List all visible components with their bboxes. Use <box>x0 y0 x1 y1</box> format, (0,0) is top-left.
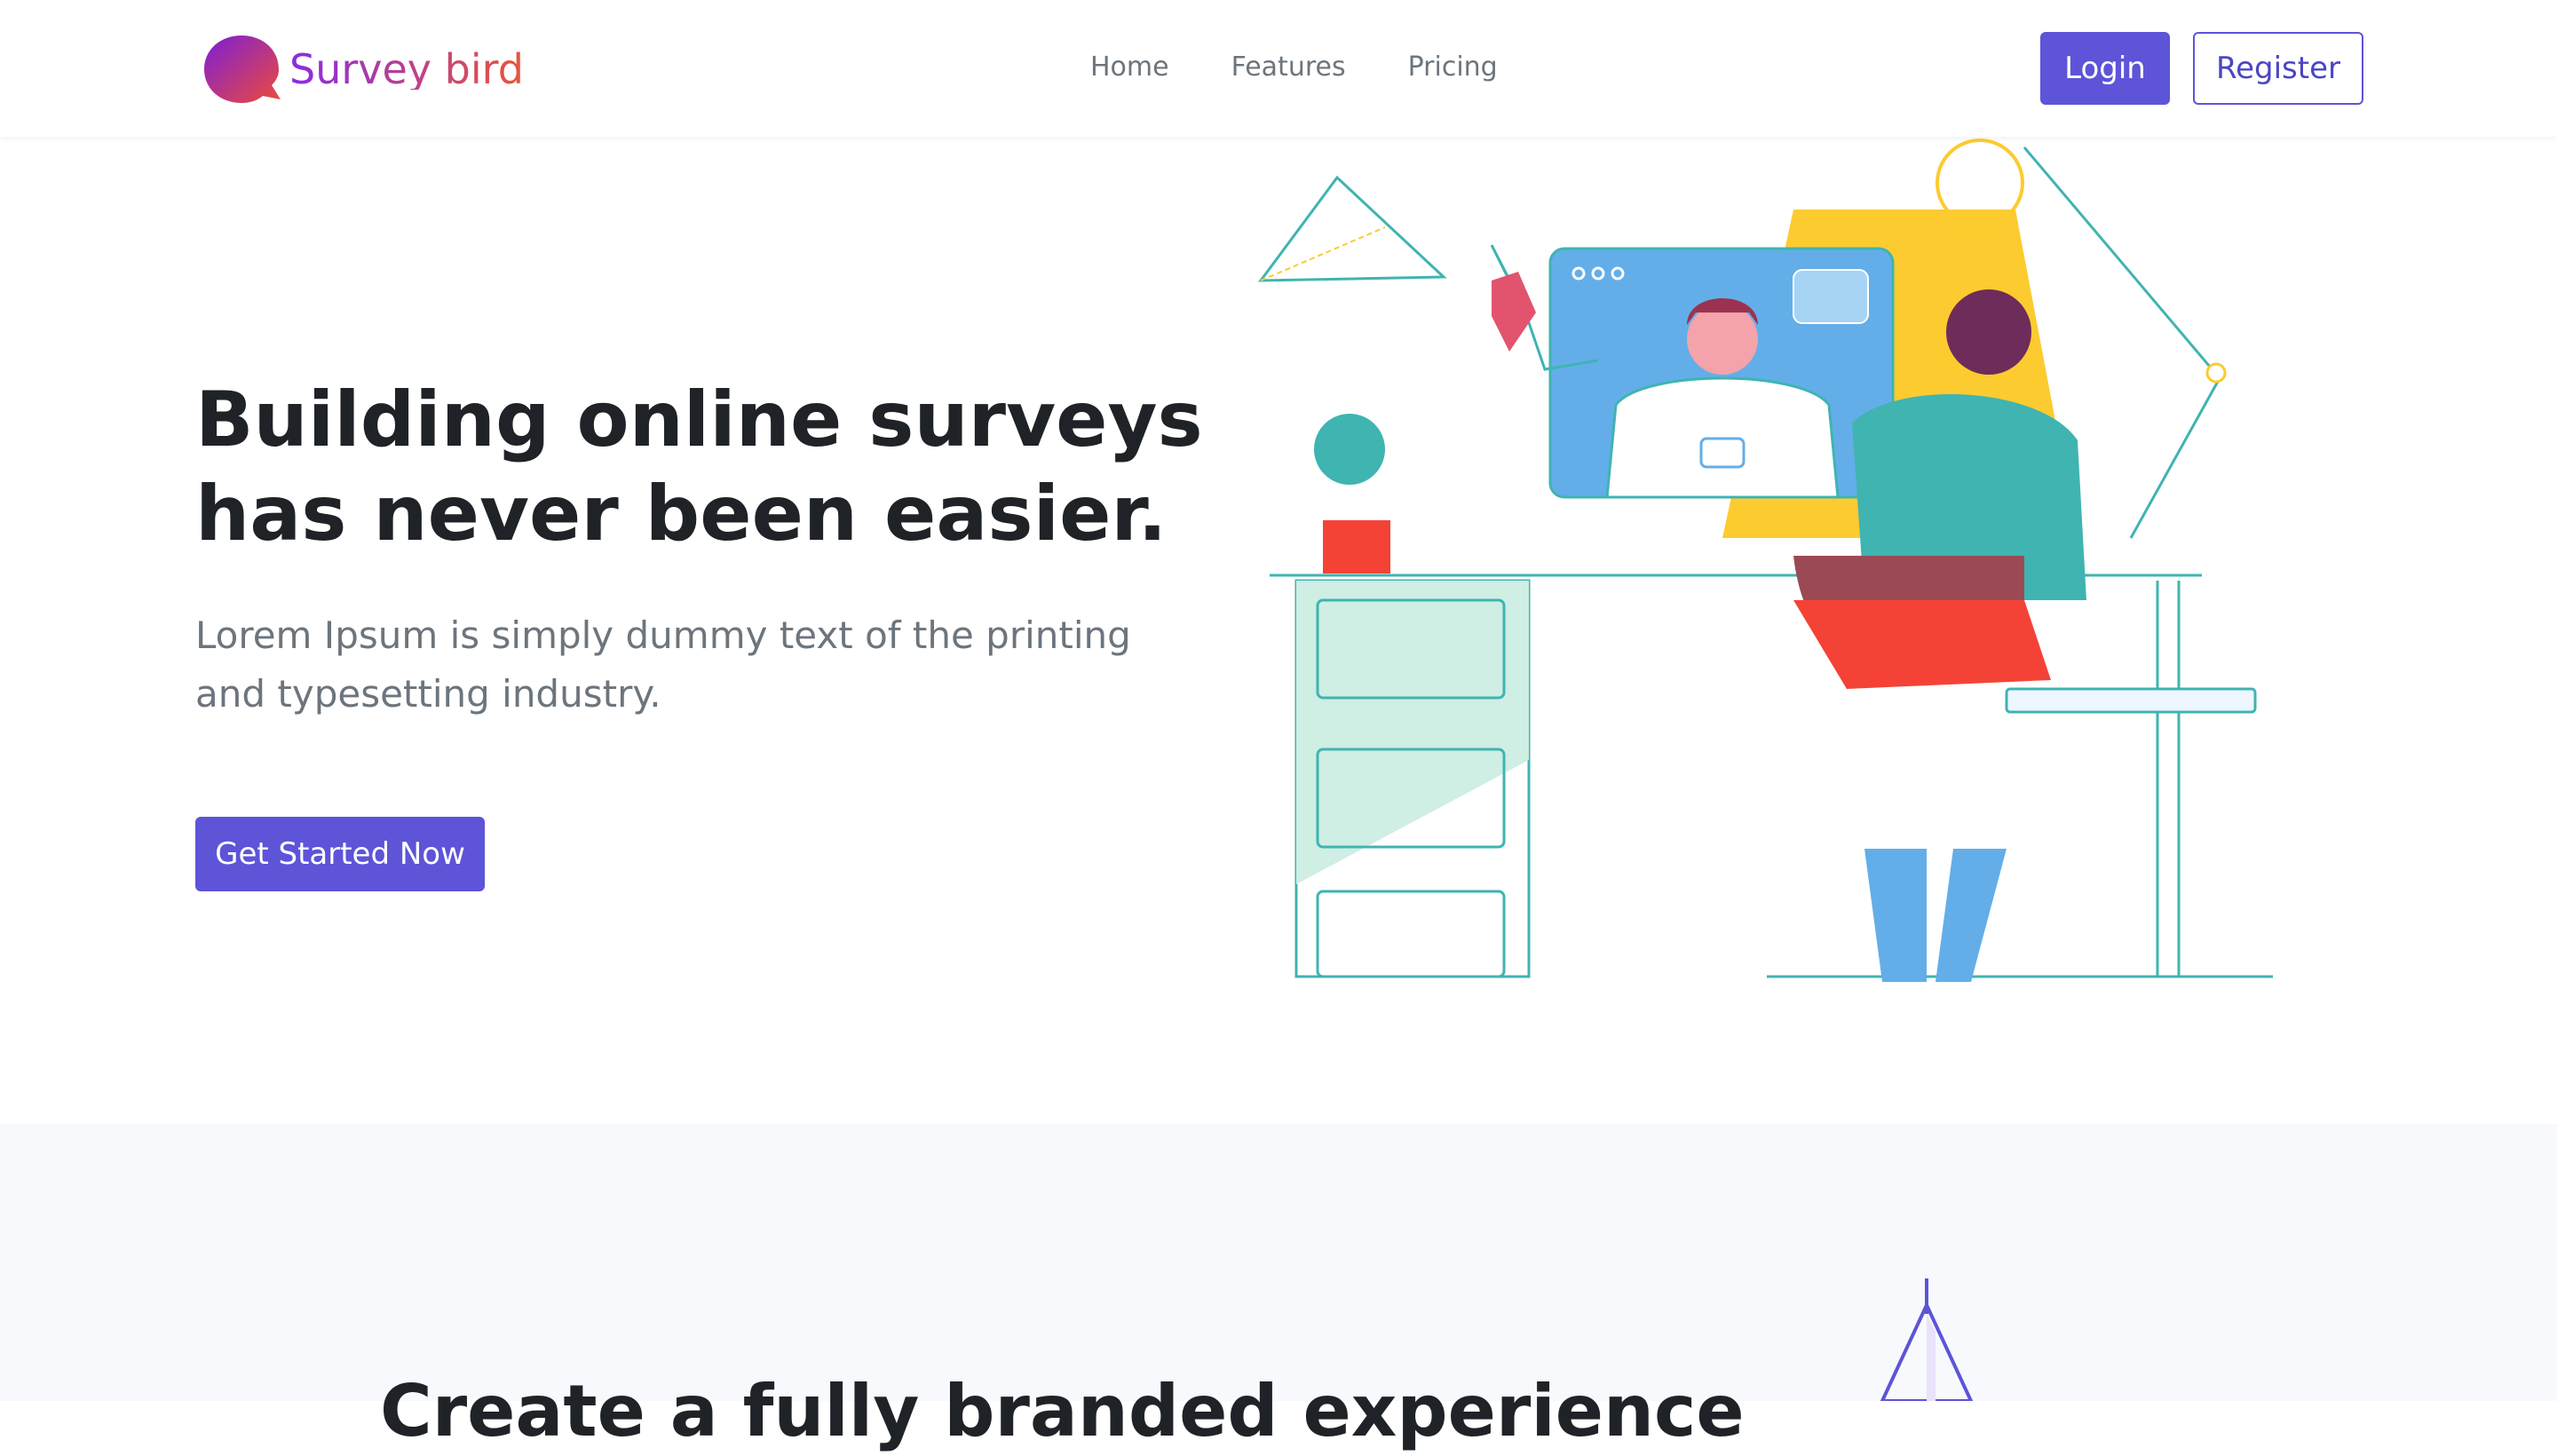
brand-name: Survey bird <box>289 45 524 93</box>
main-nav: Home Features Pricing <box>1090 46 1560 89</box>
get-started-button[interactable]: Get Started Now <box>195 817 485 891</box>
brand-link[interactable]: Survey bird <box>199 32 524 107</box>
nav-features-link[interactable]: Features <box>1231 46 1346 89</box>
register-button[interactable]: Register <box>2193 32 2363 105</box>
video-call-illustration <box>1257 138 2273 982</box>
navbar: Survey bird Home Features Pricing Login … <box>0 0 2557 137</box>
section-heading: Create a fully branded experience <box>380 1370 1745 1452</box>
pencil-illustration <box>1880 1278 1974 1401</box>
features-section <box>0 1124 2557 1401</box>
hero-title: Building online surveys has never been e… <box>195 376 1203 558</box>
login-button[interactable]: Login <box>2040 32 2170 105</box>
nav-home-link[interactable]: Home <box>1090 46 1169 89</box>
hero-subtitle: Lorem Ipsum is simply dummy text of the … <box>195 613 1131 716</box>
speech-bubble-logo-icon <box>204 36 281 103</box>
nav-pricing-link[interactable]: Pricing <box>1408 46 1498 89</box>
